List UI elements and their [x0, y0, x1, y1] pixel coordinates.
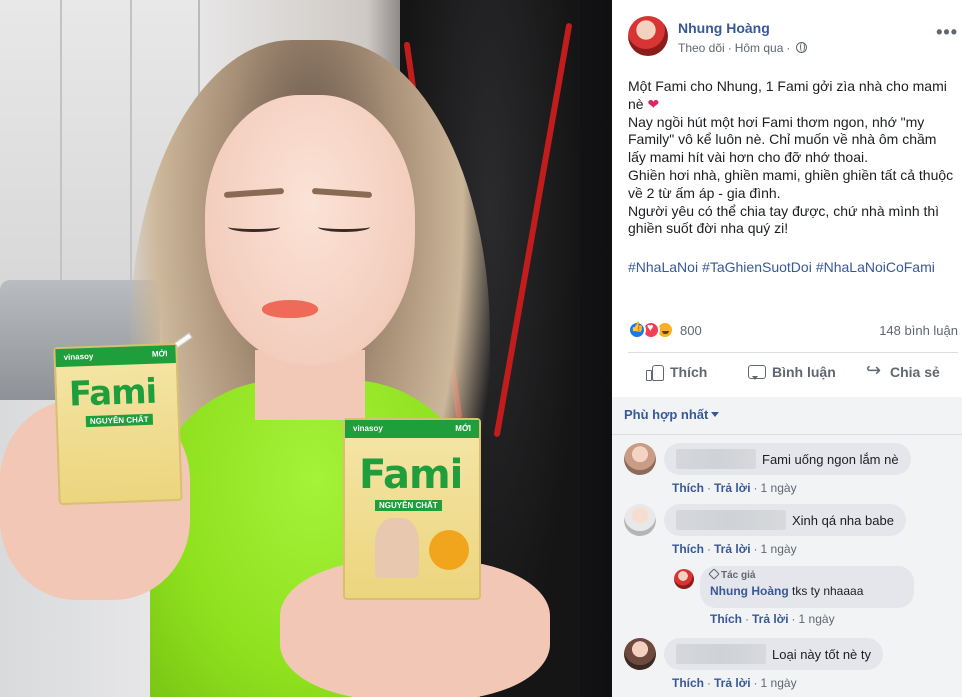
comment-actions: Thích · Trả lời · 1 ngày	[672, 481, 797, 495]
comment-sort-dropdown[interactable]: Phù hợp nhất	[624, 407, 720, 422]
comment-time[interactable]: 1 ngày	[761, 542, 797, 556]
like-label: Thích	[670, 364, 708, 380]
comment-bubble: Loại này tốt nè ty	[664, 638, 884, 670]
reply-time[interactable]: 1 ngày	[799, 612, 835, 626]
comment-reply-link[interactable]: Trả lời	[714, 542, 751, 556]
follow-link[interactable]: Theo dõi	[678, 41, 725, 55]
box-subtitle: NGUYÊN CHẤT	[85, 413, 153, 428]
post-line: Ghiền hơi nhà, ghiền mami, ghiền ghiền t…	[628, 166, 954, 201]
box-subtitle: NGUYÊN CHẤT	[375, 500, 442, 511]
share-icon	[866, 360, 884, 381]
action-bar: Thích Bình luận Chia sẻ	[628, 354, 958, 394]
divider	[628, 352, 958, 353]
blurred-commenter-name[interactable]	[676, 510, 786, 530]
hashtags: #NhaLaNoi #TaGhienSuotDoi #NhaLaNoiCoFami	[628, 259, 939, 275]
reactions-bar: 800 148 bình luận	[628, 321, 958, 343]
reply-author-name[interactable]: Nhung Hoàng	[710, 584, 789, 598]
reaction-count[interactable]: 800	[680, 323, 702, 338]
separator-dot: ·	[786, 41, 791, 55]
post-meta: Theo dõi · Hôm qua ·	[678, 41, 808, 55]
comment-label: Bình luận	[772, 364, 836, 380]
box-portrait	[375, 518, 419, 578]
sort-label: Phù hợp nhất	[624, 407, 709, 422]
post-line: Nay ngồi hút một hơi Fami thơm ngon, nhớ…	[628, 113, 937, 166]
comment-icon	[748, 364, 766, 380]
comment-time[interactable]: 1 ngày	[761, 481, 797, 495]
separator-dot: ·	[727, 41, 732, 55]
chevron-down-icon	[711, 412, 720, 417]
author-avatar[interactable]	[628, 16, 668, 56]
blurred-commenter-name[interactable]	[676, 449, 756, 469]
comment-text: Fami uống ngon lắm nè	[762, 451, 899, 467]
post-photo[interactable]: vinasoy MỚI Fami NGUYÊN CHẤT vinasoy MỚI…	[0, 0, 612, 697]
closed-eye	[228, 222, 280, 232]
hashtag-link[interactable]: #TaGhienSuotDoi	[702, 259, 812, 275]
comment-button[interactable]: Bình luận	[748, 364, 836, 380]
comment-reply-link[interactable]: Trả lời	[714, 481, 751, 495]
author-name[interactable]: Nhung Hoàng	[678, 20, 770, 36]
box-new-badge: MỚI	[147, 348, 172, 360]
reply-avatar[interactable]	[674, 569, 694, 589]
post-line: Một Fami cho Nhung, 1 Fami gởi zìa nhà c…	[628, 78, 947, 112]
blurred-commenter-name[interactable]	[676, 644, 766, 664]
reply-like-link[interactable]: Thích	[710, 612, 742, 626]
pen-icon	[708, 568, 720, 580]
comment-count[interactable]: 148 bình luận	[879, 323, 958, 338]
box-small-brand: vinasoy	[349, 423, 387, 434]
comment-like-link[interactable]: Thích	[672, 481, 704, 495]
reply-text: tks ty nhaaaa	[792, 584, 864, 598]
share-label: Chia sẻ	[890, 364, 940, 380]
comment-like-link[interactable]: Thích	[672, 542, 704, 556]
reply-line: Nhung Hoàng tks ty nhaaaa	[710, 584, 904, 598]
reply-reply-link[interactable]: Trả lời	[752, 612, 789, 626]
post-header: Nhung Hoàng Theo dõi · Hôm qua · •••	[628, 16, 957, 60]
like-reaction-icon[interactable]	[628, 321, 646, 339]
comment-reply-link[interactable]: Trả lời	[714, 676, 751, 690]
post-time[interactable]: Hôm qua	[735, 41, 784, 55]
box-logo: Fami	[68, 371, 157, 415]
post-body: Một Fami cho Nhung, 1 Fami gởi zìa nhà c…	[628, 78, 958, 238]
commenter-avatar[interactable]	[624, 638, 656, 670]
commenter-avatar[interactable]	[624, 504, 656, 536]
closed-eye	[318, 222, 370, 232]
post-line: Người yêu có thể chia tay được, chứ nhà …	[628, 202, 940, 237]
heart-icon: ❤	[647, 95, 660, 112]
reply-bubble: Tác giả Nhung Hoàng tks ty nhaaaa	[700, 566, 914, 608]
comment-actions: Thích · Trả lời · 1 ngày	[672, 676, 797, 690]
more-options-button[interactable]: •••	[936, 22, 958, 43]
comment-time[interactable]: 1 ngày	[761, 676, 797, 690]
comment-bubble: Fami uống ngon lắm nè	[664, 443, 911, 475]
reply-actions: Thích · Trả lời · 1 ngày	[710, 612, 835, 626]
like-button[interactable]: Thích	[646, 364, 708, 381]
post-panel: Nhung Hoàng Theo dõi · Hôm qua · ••• Một Fa…	[612, 0, 962, 697]
comment-like-link[interactable]: Thích	[672, 676, 704, 690]
comment-text: Xinh qá nha babe	[792, 512, 894, 528]
hashtag-link[interactable]: #NhaLaNoiCoFami	[816, 259, 935, 275]
thumb-icon	[646, 364, 664, 381]
fami-box-right: vinasoy MỚI Fami NGUYÊN CHẤT	[343, 418, 481, 600]
share-button[interactable]: Chia sẻ	[866, 360, 940, 381]
comment-text: Loại này tốt nè ty	[772, 646, 872, 662]
fami-box-left: vinasoy MỚI Fami NGUYÊN CHẤT	[53, 342, 183, 506]
comment-bubble: Xinh qá nha babe	[664, 504, 906, 536]
box-logo: Fami	[359, 452, 463, 498]
divider	[612, 434, 962, 435]
lips	[262, 300, 318, 318]
globe-icon	[796, 42, 808, 53]
box-badge	[429, 530, 469, 570]
author-badge: Tác giả	[708, 568, 904, 581]
hashtag-link[interactable]: #NhaLaNoi	[628, 259, 698, 275]
commenter-avatar[interactable]	[624, 443, 656, 475]
comment-actions: Thích · Trả lời · 1 ngày	[672, 542, 797, 556]
box-small-brand: vinasoy	[59, 350, 98, 363]
box-new-badge: MỚI	[451, 423, 475, 434]
